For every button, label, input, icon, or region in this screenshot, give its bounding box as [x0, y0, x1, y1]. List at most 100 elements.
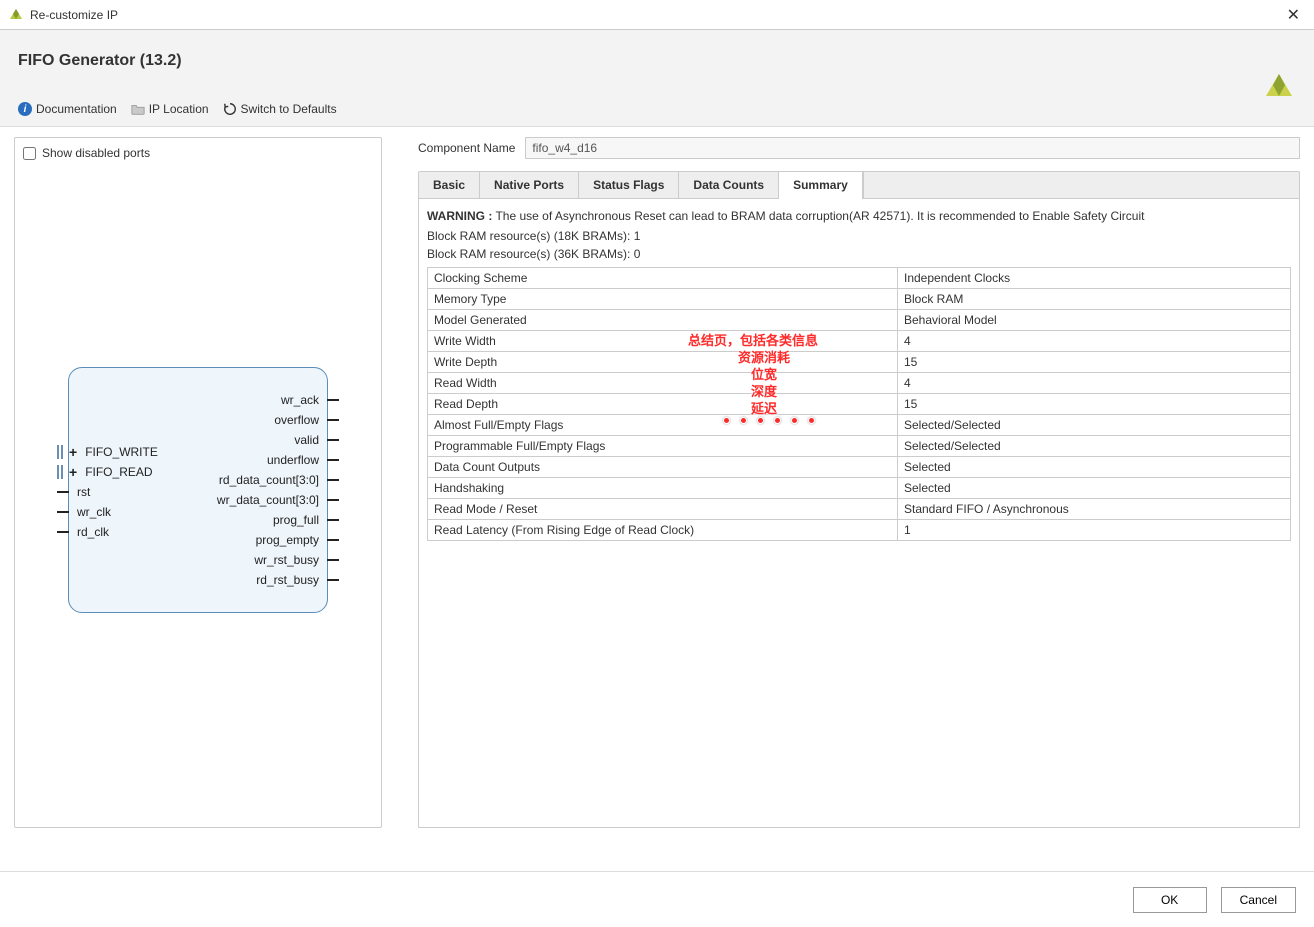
table-row: Read Width4 — [428, 373, 1291, 394]
header: FIFO Generator (13.2) i Documentation IP… — [0, 30, 1314, 127]
info-icon: i — [18, 102, 32, 116]
tab-summary[interactable]: Summary — [779, 172, 863, 198]
port-rst: rst — [79, 482, 158, 502]
summary-key: Handshaking — [428, 478, 898, 499]
table-row: Read Depth15 — [428, 394, 1291, 415]
port-wr_ack: wr_ack — [281, 390, 317, 410]
title-bar: Re-customize IP ✕ — [0, 0, 1314, 30]
warning-text: The use of Asynchronous Reset can lead t… — [492, 209, 1144, 223]
table-row: Write Depth15 — [428, 352, 1291, 373]
port-label: prog_empty — [256, 533, 319, 547]
port-stub-icon — [327, 439, 339, 441]
table-row: HandshakingSelected — [428, 478, 1291, 499]
header-toolbar: i Documentation IP Location Switch to De… — [18, 102, 1296, 116]
port-underflow: underflow — [267, 450, 317, 470]
bram-18k-line: Block RAM resource(s) (18K BRAMs): 1 — [427, 229, 1291, 243]
port-wr_clk: wr_clk — [79, 502, 158, 522]
table-row: Clocking SchemeIndependent Clocks — [428, 268, 1291, 289]
summary-key: Memory Type — [428, 289, 898, 310]
port-stub-icon — [57, 511, 69, 513]
tab-data-counts[interactable]: Data Counts — [679, 172, 779, 198]
config-panel: Component Name BasicNative PortsStatus F… — [418, 137, 1300, 828]
close-icon[interactable]: ✕ — [1281, 5, 1306, 25]
bus-icon: + — [79, 444, 81, 460]
app-icon — [8, 7, 24, 23]
summary-table: Clocking SchemeIndependent ClocksMemory … — [427, 267, 1291, 541]
summary-key: Model Generated — [428, 310, 898, 331]
summary-key: Clocking Scheme — [428, 268, 898, 289]
port-prog_full: prog_full — [273, 510, 317, 530]
port-label: rst — [77, 485, 90, 499]
component-name-label: Component Name — [418, 141, 515, 155]
port-rd_rst_busy: rd_rst_busy — [256, 570, 317, 590]
refresh-icon — [223, 102, 237, 116]
summary-value: Behavioral Model — [898, 310, 1291, 331]
summary-key: Write Depth — [428, 352, 898, 373]
bus-port-fifo_read[interactable]: +FIFO_READ — [79, 462, 158, 482]
port-stub-icon — [57, 531, 69, 533]
port-label: FIFO_WRITE — [85, 445, 158, 459]
show-disabled-ports-checkbox[interactable]: Show disabled ports — [23, 146, 373, 160]
switch-defaults-link[interactable]: Switch to Defaults — [223, 102, 337, 116]
port-stub-icon — [327, 459, 339, 461]
summary-key: Read Mode / Reset — [428, 499, 898, 520]
summary-value: Standard FIFO / Asynchronous — [898, 499, 1291, 520]
component-name-input[interactable] — [525, 137, 1300, 159]
summary-value: Selected — [898, 478, 1291, 499]
port-stub-icon — [327, 399, 339, 401]
port-prog_empty: prog_empty — [256, 530, 317, 550]
ip-location-link[interactable]: IP Location — [131, 102, 209, 116]
ip-block: + FIFO_WRITE +FIFO_READrst wr_clk rd_clk wr_… — [68, 367, 328, 613]
table-row: Write Width4 — [428, 331, 1291, 352]
switch-defaults-label: Switch to Defaults — [241, 102, 337, 116]
port-label: wr_data_count[3:0] — [217, 493, 319, 507]
summary-key: Read Latency (From Rising Edge of Read C… — [428, 520, 898, 541]
port-label: wr_clk — [77, 505, 111, 519]
folder-icon — [131, 102, 145, 116]
documentation-link[interactable]: i Documentation — [18, 102, 117, 116]
summary-key: Data Count Outputs — [428, 457, 898, 478]
port-rd_clk: rd_clk — [79, 522, 158, 542]
summary-value: 4 — [898, 373, 1291, 394]
summary-key: Read Depth — [428, 394, 898, 415]
port-stub-icon — [327, 539, 339, 541]
main-area: Show disabled ports + FIFO_WRITE +FIFO_REA… — [0, 127, 1314, 838]
tab-basic[interactable]: Basic — [419, 172, 480, 198]
port-wr_rst_busy: wr_rst_busy — [254, 550, 317, 570]
cancel-button[interactable]: Cancel — [1221, 887, 1296, 913]
bus-port-fifo_write[interactable]: + FIFO_WRITE — [79, 442, 158, 462]
table-row: Programmable Full/Empty FlagsSelected/Se… — [428, 436, 1291, 457]
documentation-label: Documentation — [36, 102, 117, 116]
summary-key: Write Width — [428, 331, 898, 352]
show-disabled-ports-label: Show disabled ports — [42, 146, 150, 160]
table-row: Read Mode / ResetStandard FIFO / Asynchr… — [428, 499, 1291, 520]
port-label: rd_rst_busy — [256, 573, 319, 587]
port-rd_data_count30: rd_data_count[3:0] — [219, 470, 317, 490]
table-row: Read Latency (From Rising Edge of Read C… — [428, 520, 1291, 541]
port-label: wr_ack — [281, 393, 319, 407]
tab-native-ports[interactable]: Native Ports — [480, 172, 579, 198]
port-stub-icon — [327, 419, 339, 421]
port-label: rd_clk — [77, 525, 109, 539]
table-row: Data Count OutputsSelected — [428, 457, 1291, 478]
tab-content-summary: WARNING : The use of Asynchronous Reset … — [418, 198, 1300, 828]
tab-filler — [863, 172, 1299, 198]
summary-value: Selected — [898, 457, 1291, 478]
show-disabled-ports-input[interactable] — [23, 147, 36, 160]
bus-icon: + — [79, 464, 81, 480]
port-stub-icon — [327, 499, 339, 501]
port-stub-icon — [327, 579, 339, 581]
port-stub-icon — [327, 519, 339, 521]
table-row: Model GeneratedBehavioral Model — [428, 310, 1291, 331]
port-stub-icon — [327, 479, 339, 481]
ok-button[interactable]: OK — [1133, 887, 1207, 913]
summary-value: 4 — [898, 331, 1291, 352]
port-stub-icon — [327, 559, 339, 561]
summary-value: Selected/Selected — [898, 415, 1291, 436]
port-label: valid — [294, 433, 319, 447]
summary-value: Independent Clocks — [898, 268, 1291, 289]
tab-status-flags[interactable]: Status Flags — [579, 172, 679, 198]
warning-line: WARNING : The use of Asynchronous Reset … — [427, 209, 1291, 223]
ip-diagram: + FIFO_WRITE +FIFO_READrst wr_clk rd_clk wr_… — [23, 160, 373, 819]
summary-key: Read Width — [428, 373, 898, 394]
